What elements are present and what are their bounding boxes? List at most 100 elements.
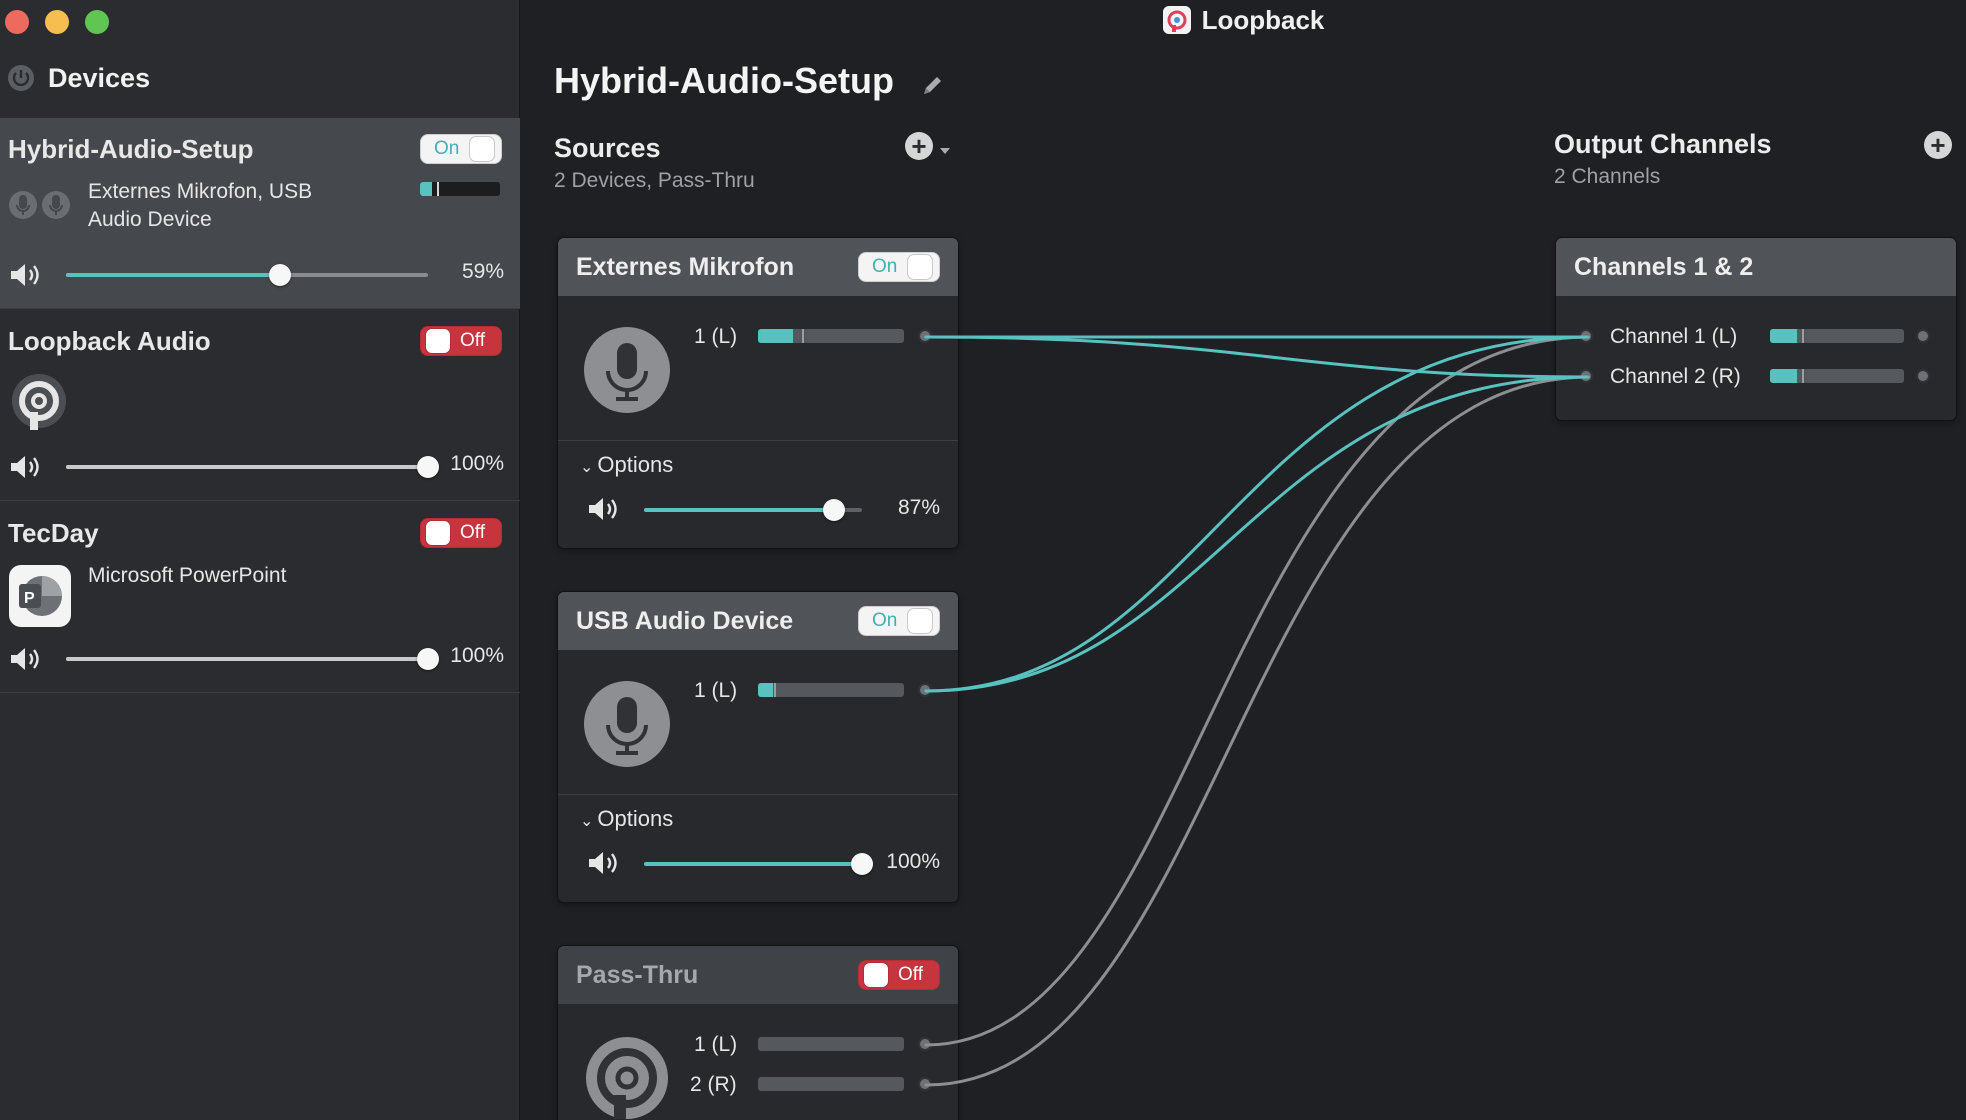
- chevron-down-icon: ⌄: [580, 813, 594, 830]
- loopback-app-icon: [1162, 6, 1191, 34]
- microphone-icon: [584, 681, 670, 767]
- output-channel-label: Channel 2 (R): [1610, 365, 1741, 388]
- powerpoint-app-icon: P: [9, 565, 71, 627]
- add-output-channel-button[interactable]: +: [1924, 131, 1952, 159]
- output-port[interactable]: [918, 683, 932, 697]
- zoom-window-button[interactable]: [85, 10, 109, 34]
- output-port[interactable]: [918, 329, 932, 343]
- options-divider: [558, 794, 958, 795]
- toggle-knob: [469, 136, 496, 162]
- toggle-label: On: [872, 610, 898, 631]
- output-channels-subtitle: 2 Channels: [1554, 165, 1661, 188]
- toggle-knob: [425, 520, 451, 546]
- card-header: Channels 1 & 2: [1556, 238, 1956, 296]
- speaker-icon: [589, 852, 617, 874]
- card-header: Pass-Thru Off: [558, 946, 958, 1004]
- device-level-meter: [420, 182, 500, 196]
- device-volume-slider[interactable]: [66, 456, 439, 478]
- volume-thumb[interactable]: [417, 456, 439, 478]
- edit-pencil-icon[interactable]: [920, 72, 946, 98]
- sources-subtitle: 2 Devices, Pass-Thru: [554, 169, 755, 192]
- chevron-down-icon[interactable]: [938, 146, 952, 156]
- card-header: Externes Mikrofon On: [558, 238, 958, 296]
- level-fill: [1770, 369, 1797, 383]
- setup-title: Hybrid-Audio-Setup: [554, 60, 894, 101]
- channel-label: 1 (L): [694, 1033, 738, 1056]
- level-peak: [774, 683, 776, 697]
- output-port[interactable]: [918, 1037, 932, 1051]
- options-label: Options: [597, 452, 674, 477]
- output-port[interactable]: [1916, 329, 1930, 343]
- device-volume-slider[interactable]: [66, 648, 439, 670]
- source-toggle-on[interactable]: On: [858, 252, 940, 282]
- options-divider: [558, 440, 958, 441]
- level-peak: [1802, 369, 1804, 383]
- channel-level-meter: [758, 1037, 904, 1051]
- channel-label: 1 (L): [694, 325, 738, 348]
- source-card-pass-thru: Pass-Thru Off 1 (L) 2 (R): [557, 945, 959, 1120]
- close-window-button[interactable]: [5, 10, 29, 34]
- toggle-knob: [863, 962, 889, 988]
- device-row-tecday[interactable]: TecDay Off P Microsoft PowerPoint 100%: [0, 502, 520, 693]
- device-row-hybrid-audio-setup[interactable]: Hybrid-Audio-Setup On Externes Mikrofon,…: [0, 118, 520, 309]
- options-label: Options: [597, 806, 674, 831]
- source-toggle-on[interactable]: On: [858, 606, 940, 636]
- volume-thumb[interactable]: [851, 853, 873, 875]
- volume-fill: [66, 273, 280, 277]
- device-row-loopback-audio[interactable]: Loopback Audio Off 100%: [0, 310, 520, 501]
- options-disclosure[interactable]: ⌄ Options: [580, 452, 673, 478]
- output-card-channels-1-2: Channels 1 & 2 Channel 1 (L) Channel 2 (…: [1555, 237, 1957, 421]
- input-port[interactable]: [1579, 369, 1593, 383]
- device-name: Hybrid-Audio-Setup: [8, 134, 254, 164]
- options-disclosure[interactable]: ⌄ Options: [580, 806, 673, 832]
- minimize-window-button[interactable]: [45, 10, 69, 34]
- svg-text:P: P: [24, 590, 35, 607]
- source-volume-slider[interactable]: [644, 499, 862, 521]
- add-source-button[interactable]: +: [905, 132, 933, 160]
- sources-title: Sources: [554, 133, 661, 163]
- channel-level-meter: [758, 329, 904, 343]
- device-toggle-off[interactable]: Off: [420, 326, 502, 356]
- device-subtitle: Microsoft PowerPoint: [88, 564, 287, 587]
- volume-thumb[interactable]: [269, 264, 291, 286]
- device-toggle-on[interactable]: On: [420, 134, 502, 164]
- volume-thumb[interactable]: [823, 499, 845, 521]
- source-card-externes-mikrofon: Externes Mikrofon On 1 (L) ⌄ Options 87%: [557, 237, 959, 549]
- input-port[interactable]: [1579, 329, 1593, 343]
- source-toggle-off[interactable]: Off: [858, 960, 940, 990]
- speaker-icon: [589, 498, 617, 520]
- toggle-knob: [907, 608, 934, 634]
- wire-mic-to-ch2: [924, 335, 1590, 379]
- card-title: Externes Mikrofon: [576, 253, 795, 281]
- device-volume-slider[interactable]: [66, 264, 428, 286]
- volume-thumb[interactable]: [417, 648, 439, 670]
- device-subtitle: Externes Mikrofon, USB Audio Device: [88, 178, 312, 234]
- power-icon: [8, 65, 34, 91]
- loopback-logo-icon: [12, 374, 66, 430]
- output-port[interactable]: [918, 1077, 932, 1091]
- source-volume-slider[interactable]: [644, 853, 873, 875]
- wire-pass-thru-r-to-ch2: [924, 375, 1590, 1087]
- volume-percent: 59%: [461, 260, 504, 283]
- volume-fill: [644, 508, 834, 512]
- card-header: USB Audio Device On: [558, 592, 958, 650]
- toggle-label: Off: [898, 964, 923, 985]
- speaker-icon: [11, 648, 39, 670]
- level-peak: [437, 182, 439, 196]
- output-channels-title: Output Channels: [1554, 129, 1772, 159]
- card-title: Pass-Thru: [576, 961, 699, 989]
- level-fill: [1770, 329, 1797, 343]
- output-channel-label: Channel 1 (L): [1610, 325, 1738, 348]
- toggle-label: On: [872, 256, 898, 277]
- channel-level-meter: [758, 683, 904, 697]
- volume-percent: 100%: [450, 452, 504, 475]
- device-toggle-off[interactable]: Off: [420, 518, 502, 548]
- channel-label: 2 (R): [690, 1073, 737, 1096]
- card-title: Channels 1 & 2: [1574, 253, 1754, 281]
- level-fill: [758, 329, 793, 343]
- output-level-meter: [1770, 329, 1904, 343]
- level-fill: [758, 683, 773, 697]
- device-name: TecDay: [8, 518, 99, 548]
- output-port[interactable]: [1916, 369, 1930, 383]
- source-card-usb-audio-device: USB Audio Device On 1 (L) ⌄ Options 100%: [557, 591, 959, 903]
